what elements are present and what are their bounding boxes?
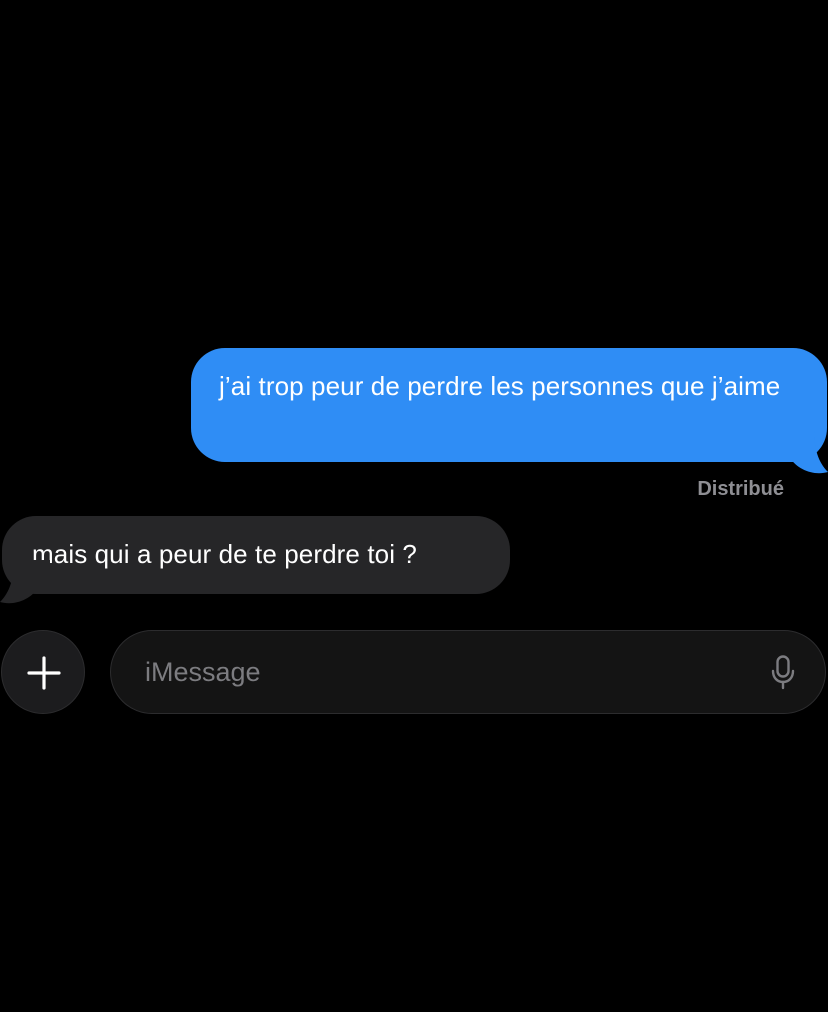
sent-message-text: j’ai trop peur de perdre les personnes q… [219,371,781,401]
imessage-placeholder: iMessage [145,657,261,687]
imessage-input[interactable]: iMessage [110,630,826,714]
add-attachment-button[interactable] [1,630,85,714]
received-message-text: mais qui a peur de te perdre toi ? [32,539,417,569]
microphone-icon[interactable] [771,655,795,691]
sent-message-bubble[interactable]: j’ai trop peur de perdre les personnes q… [191,348,827,462]
received-message-bubble[interactable]: mais qui a peur de te perdre toi ? [2,516,510,594]
received-bubble-tail [0,560,50,604]
plus-icon [27,656,61,690]
delivery-status: Distribué [697,478,784,500]
message-thread: j’ai trop peur de perdre les personnes q… [0,0,828,1012]
sent-bubble-tail [778,430,828,474]
